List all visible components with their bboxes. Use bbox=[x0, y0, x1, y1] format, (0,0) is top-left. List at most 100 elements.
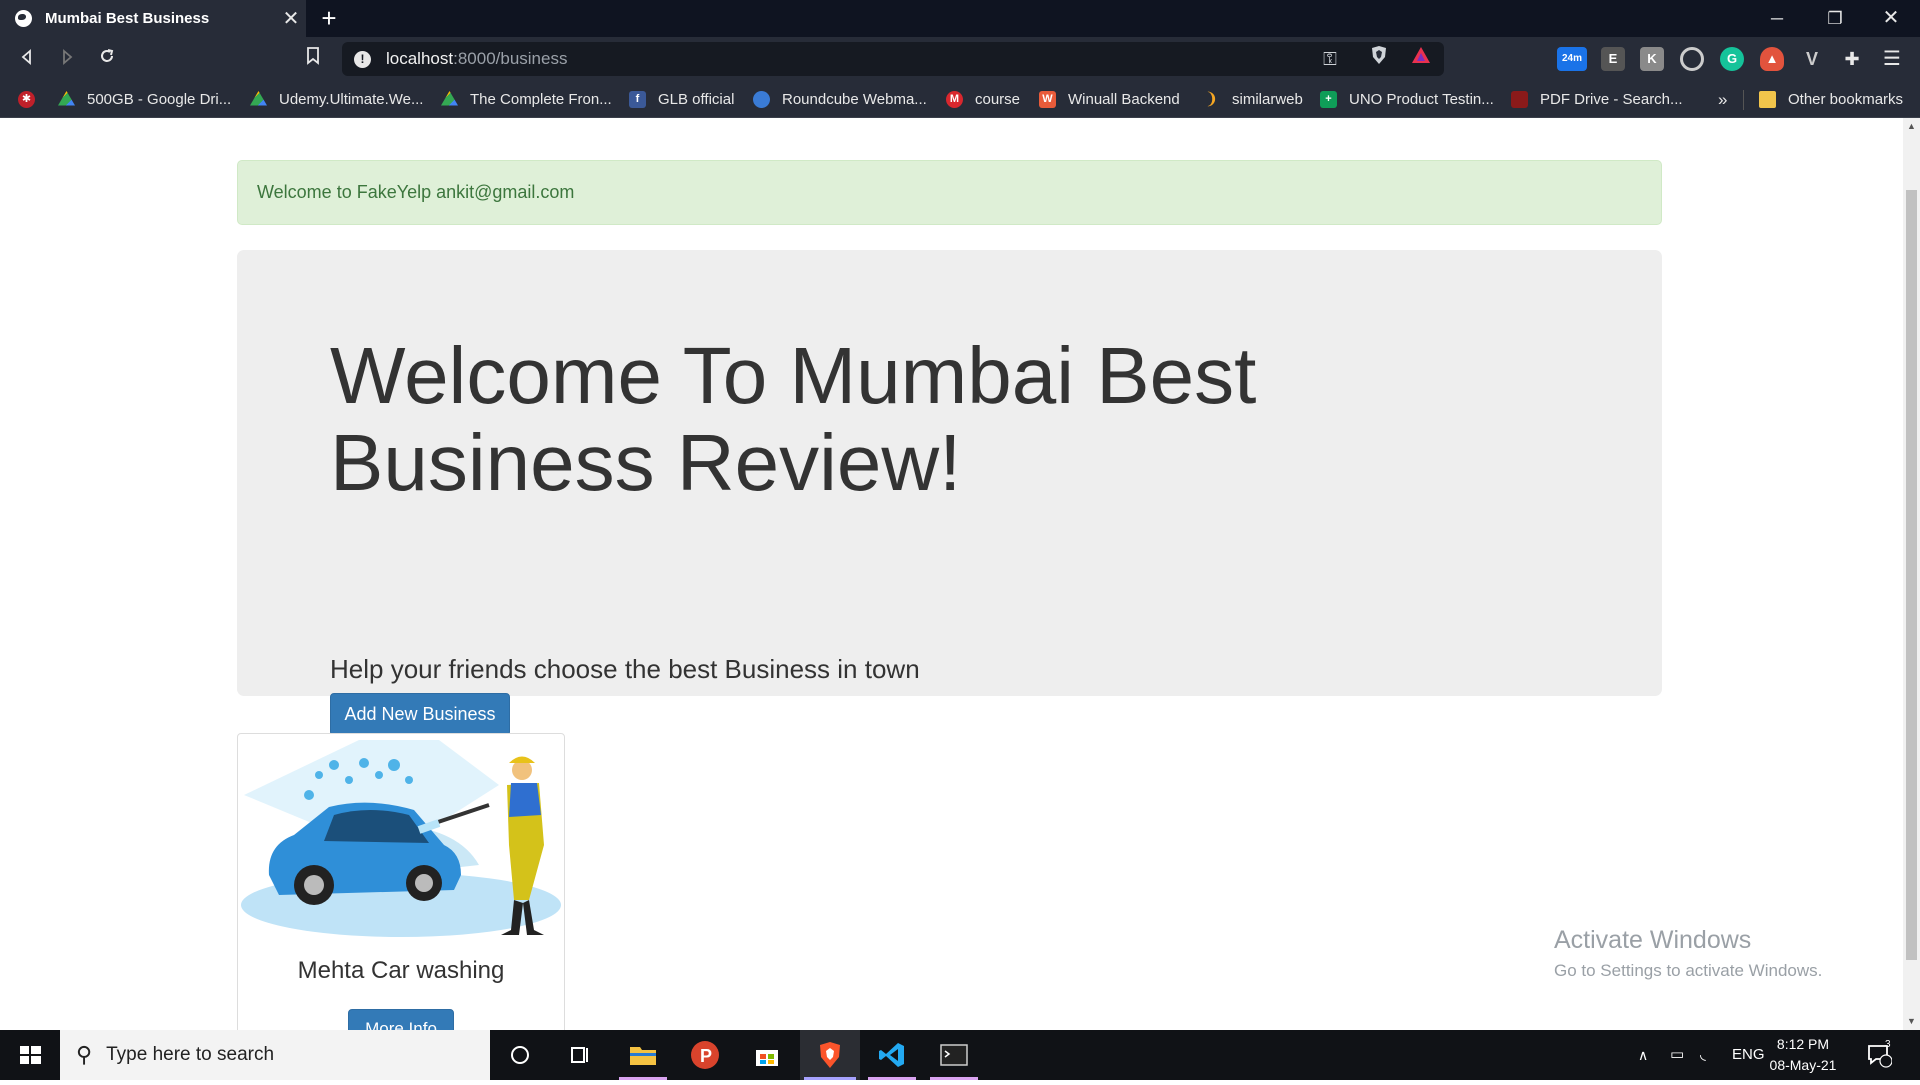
taskbar-clock[interactable]: 8:12 PM 08-May-21 bbox=[1762, 1034, 1844, 1076]
bookmarks-separator bbox=[1743, 90, 1744, 110]
new-tab-button[interactable]: + bbox=[314, 2, 344, 34]
bookmark-item[interactable]: Roundcube Webma... bbox=[753, 81, 927, 118]
browser-tab[interactable]: Mumbai Best Business ✕ bbox=[0, 0, 306, 37]
tab-title: Mumbai Best Business bbox=[45, 10, 210, 27]
task-view-icon[interactable] bbox=[550, 1030, 610, 1080]
bookmark-item[interactable]: The Complete Fron... bbox=[441, 81, 612, 118]
sheets-icon: + bbox=[1320, 91, 1337, 108]
wifi-icon[interactable]: ◟ bbox=[1700, 1030, 1724, 1080]
tab-close-button[interactable]: ✕ bbox=[276, 6, 306, 31]
forward-arrow-icon bbox=[63, 49, 73, 65]
google-drive-icon bbox=[250, 91, 267, 106]
mega-icon: M bbox=[946, 91, 963, 108]
page-viewport: Welcome to FakeYelp ankit@gmail.com Welc… bbox=[0, 118, 1920, 1030]
bookmarks-overflow-button[interactable]: » bbox=[1718, 81, 1727, 118]
store-icon[interactable] bbox=[737, 1030, 797, 1080]
bookmark-item[interactable]: + UNO Product Testin... bbox=[1320, 81, 1494, 118]
activate-windows-watermark: Activate Windows Go to Settings to activ… bbox=[1554, 926, 1822, 981]
roundcube-icon bbox=[753, 91, 770, 108]
vscode-icon[interactable] bbox=[862, 1030, 922, 1080]
clock-date: 08-May-21 bbox=[1769, 1057, 1837, 1073]
show-hidden-icons-icon[interactable]: ∧ bbox=[1638, 1030, 1662, 1080]
other-bookmarks[interactable]: Other bookmarks bbox=[1759, 81, 1903, 118]
search-placeholder: Type here to search bbox=[106, 1044, 275, 1065]
brave-browser-icon[interactable] bbox=[800, 1030, 860, 1080]
reload-button[interactable] bbox=[90, 43, 124, 75]
bookmark-item[interactable]: Udemy.Ultimate.We... bbox=[250, 81, 423, 118]
close-window-button[interactable]: ✕ bbox=[1862, 0, 1920, 37]
jumbotron-lead: Help your friends choose the best Busine… bbox=[330, 654, 920, 684]
scroll-up-arrow-icon[interactable]: ▲ bbox=[1903, 118, 1920, 135]
scrollbar-thumb[interactable] bbox=[1906, 190, 1917, 960]
business-card: Mehta Car washing More Info bbox=[237, 733, 565, 1030]
restore-button[interactable]: ❐ bbox=[1806, 0, 1864, 37]
search-icon: ⚲ bbox=[76, 1042, 93, 1067]
bookmarks-bar: ✱ 500GB - Google Dri... Udemy.Ultimate.W… bbox=[0, 81, 1920, 118]
k-extension-icon[interactable]: K bbox=[1640, 47, 1664, 71]
grammarly-icon[interactable]: G bbox=[1720, 47, 1744, 71]
back-arrow-icon bbox=[21, 49, 31, 65]
facebook-icon: f bbox=[629, 91, 646, 108]
bookmark-item[interactable]: 500GB - Google Dri... bbox=[58, 81, 231, 118]
menu-icon[interactable]: ☰ bbox=[1880, 47, 1904, 71]
minimize-button[interactable]: ─ bbox=[1748, 0, 1806, 37]
bookmark-item[interactable]: W Winuall Backend bbox=[1039, 81, 1180, 118]
bookmark-item[interactable]: PDF Drive - Search... bbox=[1511, 81, 1683, 118]
globe-icon bbox=[15, 10, 32, 27]
jumbotron: Welcome To Mumbai Best Business Review! … bbox=[237, 250, 1662, 736]
address-bar[interactable]: ! localhost:8000/business bbox=[342, 42, 1444, 76]
e-extension-icon[interactable]: E bbox=[1601, 47, 1625, 71]
page-scrollbar[interactable]: ▲ ▼ bbox=[1903, 118, 1920, 1030]
extensions-puzzle-icon[interactable]: ✚ bbox=[1840, 47, 1864, 71]
similarweb-icon: ❩ bbox=[1204, 91, 1219, 108]
more-info-button[interactable]: More Info bbox=[348, 1009, 454, 1030]
timer-extension-icon[interactable]: 24m bbox=[1557, 47, 1587, 71]
winuall-icon: W bbox=[1039, 91, 1056, 108]
target-extension-icon[interactable] bbox=[1680, 47, 1704, 71]
page-title: Welcome To Mumbai Best Business Review! bbox=[330, 331, 1257, 507]
rocket-extension-icon[interactable]: ▲ bbox=[1760, 47, 1784, 71]
bookmark-item[interactable]: Mcourse bbox=[946, 81, 1020, 118]
bookmark-page-button[interactable] bbox=[296, 43, 330, 75]
car-wash-image bbox=[241, 740, 561, 937]
watermark-title: Activate Windows bbox=[1554, 926, 1752, 954]
brave-rewards-icon[interactable] bbox=[1406, 44, 1436, 74]
bookmark-item[interactable]: ❩ similarweb bbox=[1203, 81, 1303, 118]
brave-shields-icon[interactable] bbox=[1364, 44, 1394, 74]
site-info-icon[interactable]: ! bbox=[354, 50, 371, 68]
add-new-business-button[interactable]: Add New Business bbox=[330, 693, 510, 736]
start-button[interactable] bbox=[0, 1030, 60, 1080]
notification-center-icon[interactable]: 3 bbox=[1866, 1030, 1902, 1080]
bookmark-item[interactable]: f GLB official bbox=[629, 81, 734, 118]
bookmark-icon bbox=[307, 47, 319, 65]
back-button[interactable] bbox=[10, 43, 44, 75]
notification-count: 3 bbox=[1885, 1039, 1891, 1050]
welcome-alert: Welcome to FakeYelp ankit@gmail.com bbox=[237, 160, 1662, 225]
windows-taskbar: ⚲ Type here to search P ∧ ▭ ◟ ENG 8:12 P… bbox=[0, 1030, 1920, 1080]
url-path: :8000/business bbox=[453, 49, 568, 68]
battery-icon[interactable]: ▭ bbox=[1670, 1030, 1694, 1080]
folder-icon bbox=[1759, 91, 1776, 108]
cortana-icon[interactable] bbox=[490, 1030, 550, 1080]
forward-button[interactable] bbox=[50, 43, 84, 75]
business-title: Mehta Car washing bbox=[297, 957, 505, 984]
google-drive-icon bbox=[58, 91, 75, 106]
browser-tab-bar: Mumbai Best Business ✕ + ─ ❐ ✕ bbox=[0, 0, 1920, 37]
p-app-icon[interactable]: P bbox=[675, 1030, 735, 1080]
language-indicator[interactable]: ENG bbox=[1732, 1030, 1765, 1080]
url-host: localhost bbox=[386, 49, 454, 68]
pdf-drive-icon bbox=[1511, 91, 1528, 108]
svg-text:P: P bbox=[700, 1046, 712, 1066]
reload-icon bbox=[101, 49, 114, 62]
file-explorer-icon[interactable] bbox=[613, 1030, 673, 1080]
key-icon[interactable]: ⚿ bbox=[1316, 44, 1344, 74]
bookmark-red-icon[interactable]: ✱ bbox=[18, 81, 35, 118]
taskbar-search-input[interactable]: ⚲ Type here to search bbox=[60, 1030, 490, 1080]
scroll-down-arrow-icon[interactable]: ▼ bbox=[1903, 1013, 1920, 1030]
watermark-subtitle: Go to Settings to activate Windows. bbox=[1554, 961, 1823, 980]
terminal-icon[interactable] bbox=[924, 1030, 984, 1080]
windows-logo-icon bbox=[20, 1046, 41, 1064]
google-drive-icon bbox=[441, 91, 458, 106]
v-extension-icon[interactable]: V bbox=[1800, 47, 1824, 71]
clock-time: 8:12 PM bbox=[1776, 1036, 1830, 1052]
